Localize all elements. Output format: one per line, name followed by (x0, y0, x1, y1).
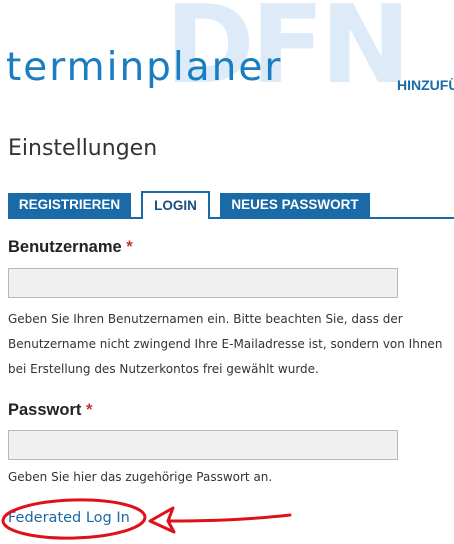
username-input[interactable] (8, 268, 398, 298)
nav-link-hinzufuegen[interactable]: HINZUFÜ (397, 77, 454, 93)
password-input[interactable] (8, 430, 398, 460)
required-marker: * (85, 401, 93, 419)
federated-login-link[interactable]: Federated Log In (8, 510, 130, 526)
tab-registrieren[interactable]: REGISTRIEREN (8, 193, 131, 217)
password-label-text: Passwort (8, 401, 82, 419)
tab-neues-passwort[interactable]: NEUES PASSWORT (220, 193, 370, 217)
password-help-text: Geben Sie hier das zugehörige Passwort a… (8, 470, 273, 484)
tab-login[interactable]: LOGIN (141, 191, 210, 219)
required-marker: * (126, 238, 133, 256)
terminplaner-logo[interactable]: terminplaner (6, 48, 282, 87)
page-title: Einstellungen (8, 136, 158, 161)
username-help-line: Geben Sie Ihren Benutzernamen ein. Bitte… (8, 312, 403, 326)
username-label-text: Benutzername (8, 238, 122, 256)
username-help-text: Geben Sie Ihren Benutzernamen ein. Bitte… (8, 307, 448, 382)
tab-bar: REGISTRIEREN LOGIN NEUES PASSWORT (8, 191, 454, 219)
username-help-line: bei Erstellung des Nutzerkontos frei gew… (8, 362, 319, 376)
username-help-line: Benutzername nicht zwingend Ihre E-Maila… (8, 337, 443, 351)
tab-bar-underline (8, 217, 454, 219)
annotation-arrowhead (148, 506, 176, 534)
annotation-arrow-shaft (168, 513, 292, 523)
username-label: Benutzername * (8, 238, 133, 257)
password-label: Passwort * (8, 401, 92, 420)
